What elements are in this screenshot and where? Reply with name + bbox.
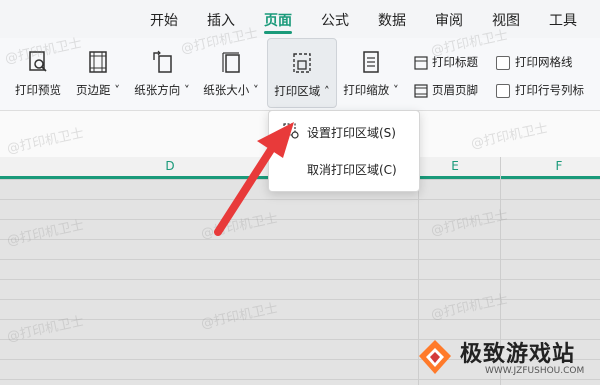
logo-name: 极致游戏站 [460,342,576,367]
annotation-arrow-icon [214,122,294,236]
logo-url: WWW.JZFUSHOU.COM [485,366,585,376]
site-logo: 极致游戏站 WWW.JZFUSHOU.COM [405,332,595,382]
logo-icon [419,340,451,374]
